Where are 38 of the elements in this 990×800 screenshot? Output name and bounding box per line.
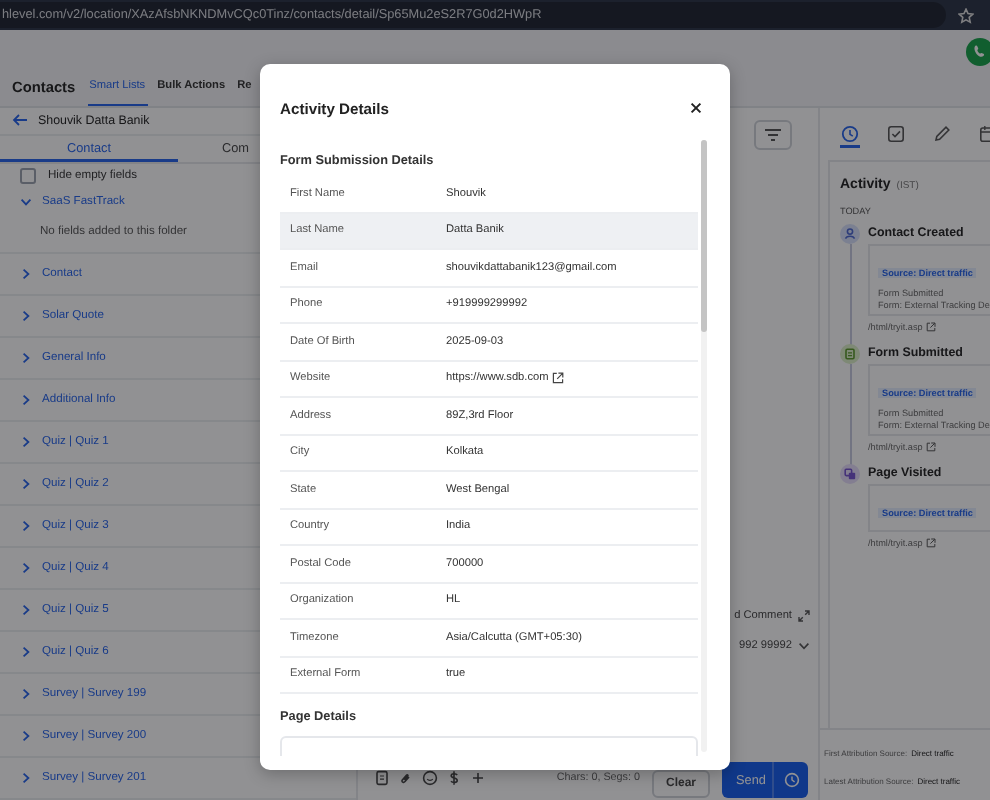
chevron-right-icon[interactable] [20, 646, 32, 658]
clock-icon[interactable] [784, 772, 800, 788]
person-icon [840, 224, 860, 244]
external-link-icon[interactable] [552, 372, 565, 385]
scrollbar[interactable] [700, 140, 708, 752]
pages-icon [840, 464, 860, 484]
external-link-icon[interactable] [926, 442, 937, 452]
chevron-right-icon[interactable] [20, 520, 32, 532]
close-icon[interactable] [690, 102, 702, 114]
chevron-right-icon[interactable] [20, 562, 32, 574]
expand-icon[interactable] [798, 610, 810, 622]
chevron-right-icon[interactable] [20, 688, 32, 700]
external-link-icon[interactable] [926, 538, 937, 548]
chevron-down-icon[interactable] [20, 196, 32, 208]
back-arrow-icon[interactable] [12, 114, 28, 127]
chevron-right-icon[interactable] [20, 310, 32, 322]
document-icon[interactable] [374, 769, 390, 785]
attachment-icon[interactable] [398, 769, 414, 785]
phone-icon[interactable] [966, 38, 990, 66]
chevron-right-icon[interactable] [20, 268, 32, 280]
chevron-right-icon[interactable] [20, 478, 32, 490]
chevron-right-icon[interactable] [20, 772, 32, 784]
chevron-down-icon[interactable] [798, 640, 810, 652]
checkbox[interactable] [20, 168, 36, 185]
chevron-right-icon[interactable] [20, 730, 32, 742]
dollar-icon[interactable] [446, 769, 462, 785]
external-link-icon[interactable] [926, 322, 937, 332]
filter-icon[interactable] [754, 120, 792, 150]
emoji-icon[interactable] [422, 769, 438, 785]
chevron-right-icon[interactable] [20, 604, 32, 616]
chevron-right-icon[interactable] [20, 352, 32, 364]
history-tab[interactable] [840, 120, 860, 148]
chevron-right-icon[interactable] [20, 436, 32, 448]
star-icon[interactable] [958, 7, 974, 23]
form-icon [840, 344, 860, 364]
task-tab[interactable] [886, 120, 906, 148]
chevron-right-icon[interactable] [20, 394, 32, 406]
plus-icon[interactable] [470, 769, 486, 785]
